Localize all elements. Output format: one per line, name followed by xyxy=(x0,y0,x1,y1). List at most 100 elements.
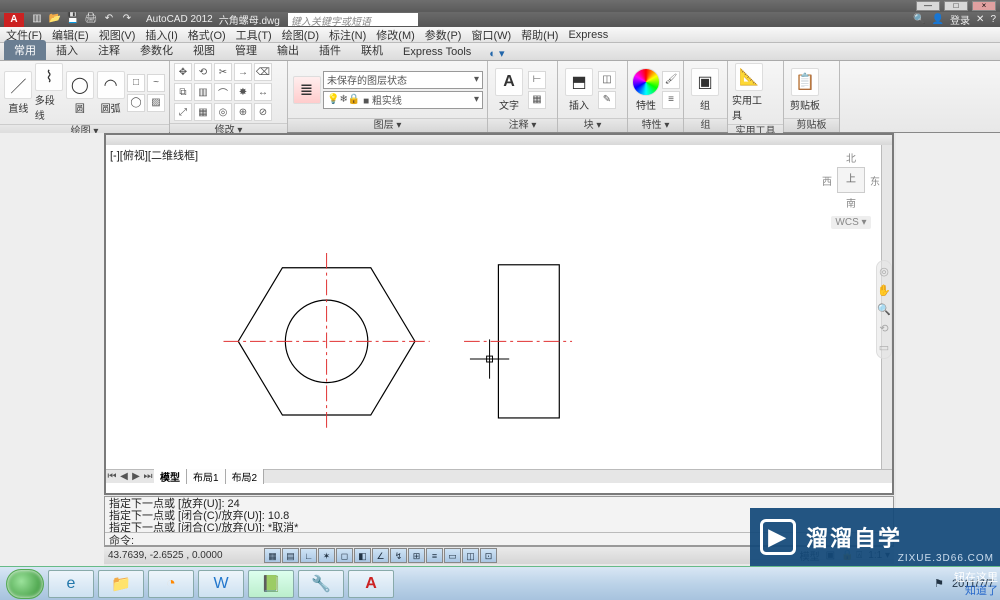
insert-block-button[interactable]: ⬒插入 xyxy=(562,68,596,112)
table-icon[interactable]: ▦ xyxy=(528,91,546,109)
layer-properties-button[interactable]: ≣ xyxy=(292,76,321,104)
start-button[interactable] xyxy=(6,569,44,599)
tab-parametric[interactable]: 参数化 xyxy=(130,40,183,60)
move-icon[interactable]: ✥ xyxy=(174,63,192,81)
dim-icon[interactable]: ⊢ xyxy=(528,71,546,89)
offset-icon[interactable]: ◎ xyxy=(214,103,232,121)
array-icon[interactable]: ▦ xyxy=(194,103,212,121)
viewcube[interactable]: 北 西 上 东 南 WCS ▾ xyxy=(822,150,880,230)
text-button[interactable]: A文字 xyxy=(492,68,526,112)
nav-pan-icon[interactable]: ✋ xyxy=(877,284,891,297)
menu-param[interactable]: 参数(P) xyxy=(425,27,462,43)
toggle-lwt[interactable]: ≡ xyxy=(426,548,443,563)
minimize-button[interactable]: — xyxy=(916,1,940,11)
tab-model[interactable]: 模型 xyxy=(154,469,187,484)
close-button[interactable]: × xyxy=(972,1,996,11)
line-button[interactable]: ／直线 xyxy=(4,71,33,115)
arc-button[interactable]: ◠圆弧 xyxy=(96,71,125,115)
ribbon-expand-icon[interactable]: ◐ ▾ xyxy=(489,47,504,60)
tab-annotate[interactable]: 注释 xyxy=(88,40,130,60)
toggle-qp[interactable]: ◫ xyxy=(462,548,479,563)
properties-button[interactable]: 特性 xyxy=(632,68,660,112)
group-button[interactable]: ▣组 xyxy=(688,68,722,112)
qat-undo-icon[interactable]: ↶ xyxy=(102,13,116,27)
nav-orbit-icon[interactable]: ⟲ xyxy=(879,322,888,335)
infocenter-search-icon[interactable]: 🔍 xyxy=(913,14,925,25)
tray-flag-icon[interactable]: ⚑ xyxy=(934,577,944,590)
toggle-ducs[interactable]: ↯ xyxy=(390,548,407,563)
stretch-icon[interactable]: ↔ xyxy=(254,83,272,101)
task-app2-icon[interactable]: 🔧 xyxy=(298,570,344,598)
viewcube-top-face[interactable]: 上 xyxy=(837,167,865,193)
polyline-button[interactable]: ⌇多段线 xyxy=(35,63,64,122)
qat-save-icon[interactable]: 💾 xyxy=(66,13,80,27)
qat-new-icon[interactable]: ▥ xyxy=(30,13,44,27)
tab-online[interactable]: 联机 xyxy=(351,40,393,60)
explode-icon[interactable]: ✸ xyxy=(234,83,252,101)
qat-print-icon[interactable]: 🖨 xyxy=(84,13,98,27)
layer-state-combo[interactable]: 未保存的图层状态▾ xyxy=(323,71,483,89)
app-logo-icon[interactable]: A xyxy=(4,13,24,27)
tab-next-icon[interactable]: ▶ xyxy=(130,471,142,482)
nav-showmotion-icon[interactable]: ▭ xyxy=(879,341,889,354)
menu-express[interactable]: Express xyxy=(568,29,608,41)
task-word-icon[interactable]: W xyxy=(198,570,244,598)
panel-title-annotate[interactable]: 注释 ▾ xyxy=(488,118,557,132)
signin-icon[interactable]: 👤 xyxy=(932,14,944,25)
toggle-snap[interactable]: ▦ xyxy=(264,548,281,563)
tab-layout2[interactable]: 布局2 xyxy=(226,469,265,484)
clipboard-button[interactable]: 📋剪贴板 xyxy=(788,68,822,112)
help-search-input[interactable]: 键入关键字或短语 xyxy=(288,13,418,26)
drawing-viewport[interactable]: [-][俯视][二维线框] xyxy=(106,145,881,469)
maximize-button[interactable]: □ xyxy=(944,1,968,11)
match-props-icon[interactable]: 🖌 xyxy=(662,71,680,89)
tab-layout1[interactable]: 布局1 xyxy=(187,469,226,484)
circle-button[interactable]: ◯圆 xyxy=(66,71,95,115)
rotate-icon[interactable]: ⟲ xyxy=(194,63,212,81)
layer-current-combo[interactable]: 💡❄🔒 ■ 粗实线▾ xyxy=(323,91,483,109)
qat-redo-icon[interactable]: ↷ xyxy=(120,13,134,27)
panel-title-layer[interactable]: 图层 ▾ xyxy=(288,118,487,132)
panel-title-block[interactable]: 块 ▾ xyxy=(558,118,627,132)
task-autocad-icon[interactable]: A xyxy=(348,570,394,598)
toggle-otrack[interactable]: ∠ xyxy=(372,548,389,563)
help-icon[interactable]: ? xyxy=(990,14,996,25)
toggle-polar[interactable]: ✶ xyxy=(318,548,335,563)
task-media-icon[interactable]: ◔ xyxy=(148,570,194,598)
toggle-sc[interactable]: ⊡ xyxy=(480,548,497,563)
tab-home[interactable]: 常用 xyxy=(4,40,46,60)
draw-small-4[interactable]: ▨ xyxy=(147,94,165,112)
viewport-label[interactable]: [-][俯视][二维线框] xyxy=(110,147,198,163)
task-explorer-icon[interactable]: 📁 xyxy=(98,570,144,598)
signin-label[interactable]: 登录 xyxy=(950,12,970,27)
tab-last-icon[interactable]: ⏭ xyxy=(142,471,154,482)
menu-window[interactable]: 窗口(W) xyxy=(471,27,511,43)
toggle-dyn[interactable]: ⊞ xyxy=(408,548,425,563)
coordinates-readout[interactable]: 43.7639, -2.6525 , 0.0000 xyxy=(108,550,258,561)
tab-view[interactable]: 视图 xyxy=(183,40,225,60)
tab-express[interactable]: Express Tools xyxy=(393,44,481,60)
toggle-ortho[interactable]: ∟ xyxy=(300,548,317,563)
toggle-osnap[interactable]: ◻ xyxy=(336,548,353,563)
draw-small-1[interactable]: □ xyxy=(127,74,145,92)
copy-icon[interactable]: ⧉ xyxy=(174,83,192,101)
tab-output[interactable]: 输出 xyxy=(267,40,309,60)
menu-help[interactable]: 帮助(H) xyxy=(521,27,558,43)
fillet-icon[interactable]: ⌒ xyxy=(214,83,232,101)
create-block-icon[interactable]: ◫ xyxy=(598,71,616,89)
trim-icon[interactable]: ✂ xyxy=(214,63,232,81)
toggle-3dosnap[interactable]: ◧ xyxy=(354,548,371,563)
tab-insert[interactable]: 插入 xyxy=(46,40,88,60)
list-icon[interactable]: ≡ xyxy=(662,91,680,109)
task-app1-icon[interactable]: 📗 xyxy=(248,570,294,598)
mirror-icon[interactable]: ▥ xyxy=(194,83,212,101)
edit-block-icon[interactable]: ✎ xyxy=(598,91,616,109)
draw-small-3[interactable]: ◯ xyxy=(127,94,145,112)
exchange-icon[interactable]: ✕ xyxy=(976,14,984,25)
tab-manage[interactable]: 管理 xyxy=(225,40,267,60)
nav-wheel-icon[interactable]: ◎ xyxy=(879,265,889,278)
panel-title-props[interactable]: 特性 ▾ xyxy=(628,118,683,132)
erase-icon[interactable]: ⌫ xyxy=(254,63,272,81)
task-ie-icon[interactable]: e xyxy=(48,570,94,598)
utilities-button[interactable]: 📐实用工具 xyxy=(732,63,766,122)
